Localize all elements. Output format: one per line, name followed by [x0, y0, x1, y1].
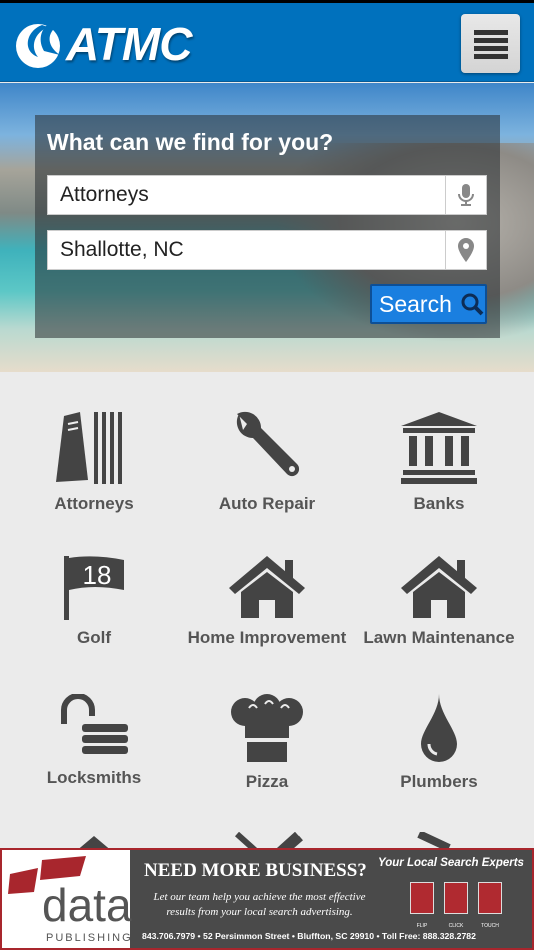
house-icon — [401, 556, 477, 618]
house-icon — [79, 836, 109, 848]
category-locksmiths[interactable]: Locksmiths — [8, 694, 180, 788]
search-title: What can we find for you? — [47, 129, 334, 155]
category-banks[interactable]: Banks — [353, 410, 525, 514]
microphone-icon[interactable] — [445, 176, 486, 214]
ad-contact: 843.706.7979 • 52 Persimmon Street • Blu… — [142, 931, 476, 941]
advertisement-banner[interactable]: data PUBLISHING NEED MORE BUSINESS? Let … — [0, 848, 534, 950]
search-panel: What can we find for you? Attorneys Shal… — [35, 115, 500, 338]
click-icon: CLICK — [444, 882, 468, 932]
chef-hat-icon — [231, 694, 303, 762]
unlocked-padlock-icon — [61, 694, 128, 754]
category-partial-row[interactable] — [353, 832, 525, 848]
category-golf[interactable]: 18 Golf — [8, 554, 180, 648]
category-plumbers[interactable]: Plumbers — [353, 694, 525, 792]
location-pin-icon[interactable] — [445, 231, 486, 269]
svg-text:18: 18 — [83, 560, 112, 590]
category-partial-row[interactable] — [181, 832, 353, 848]
menu-button[interactable] — [461, 14, 520, 73]
water-drop-icon — [421, 694, 457, 762]
category-attorneys[interactable]: Attorneys — [8, 410, 180, 514]
ad-icons: FLIP CLICK TOUCH — [410, 882, 502, 932]
category-partial-row[interactable] — [8, 834, 180, 848]
category-pizza[interactable]: Pizza — [181, 694, 353, 792]
fork-knife-icon — [234, 832, 303, 848]
category-grid: Attorneys Auto Repair Banks 18 Golf Home… — [0, 372, 534, 848]
app-header: ATMC — [0, 3, 534, 82]
atmc-swoosh-icon — [16, 23, 60, 68]
ad-tagline: Your Local Search Experts — [378, 857, 524, 869]
category-lawn-maintenance[interactable]: Lawn Maintenance — [353, 554, 525, 648]
what-input[interactable]: Attorneys — [47, 175, 487, 215]
house-icon — [229, 556, 305, 618]
category-home-improvement[interactable]: Home Improvement — [181, 554, 353, 648]
ad-headline: NEED MORE BUSINESS? — [144, 860, 367, 881]
where-input[interactable]: Shallotte, NC — [47, 230, 487, 270]
bank-icon — [401, 412, 477, 484]
search-hero: What can we find for you? Attorneys Shal… — [0, 83, 534, 372]
data-publishing-logo: data PUBLISHING — [2, 850, 132, 948]
atmc-logo[interactable]: ATMC — [12, 17, 192, 71]
golf-flag-icon: 18 — [64, 556, 124, 620]
wrench-icon — [236, 411, 300, 477]
search-button[interactable]: Search — [370, 284, 487, 324]
search-icon — [461, 293, 484, 316]
tool-icon — [417, 832, 451, 848]
books-icon — [56, 412, 122, 484]
flip-icon: FLIP — [410, 882, 434, 932]
ad-subtext: Let our team help you achieve the most e… — [153, 891, 366, 918]
category-auto-repair[interactable]: Auto Repair — [181, 410, 353, 514]
touch-icon: TOUCH — [478, 882, 502, 932]
